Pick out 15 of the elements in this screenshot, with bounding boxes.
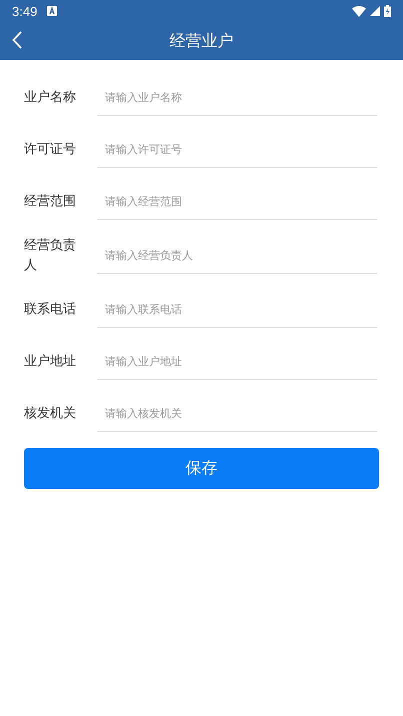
page-title: 经营业户 [170, 30, 234, 52]
save-button[interactable]: 保存 [24, 448, 379, 489]
status-time: 3:49 [12, 4, 38, 18]
notification-icon [47, 6, 58, 16]
wifi-icon [352, 6, 366, 16]
back-icon [12, 31, 22, 49]
signal-icon [370, 6, 380, 16]
field-label: 业户名称 [24, 89, 77, 107]
field-label: 经营负责人 [24, 237, 77, 275]
field-label: 许可证号 [24, 141, 77, 159]
field-label: 业户地址 [24, 353, 77, 371]
battery-icon [384, 5, 391, 17]
field-label: 核发机关 [24, 405, 77, 423]
field-label: 经营范围 [24, 193, 77, 211]
field-label: 联系电话 [24, 301, 77, 319]
